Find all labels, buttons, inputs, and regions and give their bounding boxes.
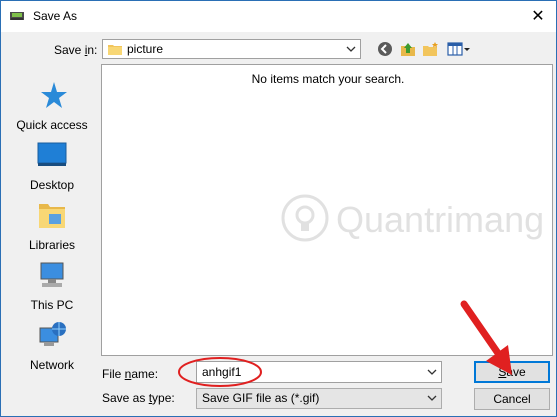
close-button[interactable]: ✕ — [528, 7, 548, 27]
place-label: Quick access — [16, 118, 88, 132]
places-bar: Quick access Desktop Libraries This PC N… — [8, 68, 96, 385]
save-in-value: picture — [127, 42, 164, 56]
place-libraries[interactable]: Libraries — [8, 200, 96, 260]
star-icon — [41, 82, 67, 108]
libraries-icon — [39, 204, 65, 228]
place-quick-access[interactable]: Quick access — [8, 80, 96, 140]
network-icon — [39, 322, 66, 346]
title-bar: Save As ✕ — [1, 1, 556, 32]
chevron-down-icon[interactable] — [427, 365, 437, 379]
save-as-dialog: Save As ✕ Save in: picture Quick access … — [0, 0, 557, 417]
place-this-pc[interactable]: This PC — [8, 260, 96, 320]
window-title: Save As — [33, 9, 78, 23]
file-name-label: File name: — [102, 367, 159, 381]
new-folder-icon[interactable] — [422, 41, 440, 57]
annotation-arrow-icon — [460, 300, 512, 375]
place-label: Network — [29, 358, 74, 372]
place-network[interactable]: Network — [8, 320, 96, 380]
up-folder-icon[interactable] — [399, 41, 417, 57]
place-label: Libraries — [28, 238, 76, 252]
chevron-down-icon — [427, 395, 437, 401]
place-label: Desktop — [29, 178, 75, 192]
place-label: This PC — [30, 298, 74, 312]
empty-message: No items match your search. — [251, 72, 405, 86]
computer-icon — [40, 262, 64, 287]
view-menu-icon[interactable] — [447, 41, 471, 57]
watermark-text: Quantrimang — [336, 199, 545, 240]
place-desktop[interactable]: Desktop — [8, 140, 96, 200]
save-type-value: Save GIF file as (*.gif) — [202, 391, 320, 405]
save-in-dropdown[interactable]: picture — [102, 39, 361, 59]
save-in-label: Save in: — [54, 43, 98, 57]
back-icon[interactable] — [376, 41, 394, 57]
app-icon — [10, 12, 24, 20]
cancel-button[interactable]: Cancel — [474, 388, 550, 410]
chevron-down-icon — [346, 46, 356, 52]
watermark: Quantrimang — [280, 193, 550, 253]
annotation-ellipse — [178, 357, 262, 387]
folder-icon — [108, 45, 122, 55]
save-type-label: Save as type: — [102, 391, 175, 405]
save-type-dropdown[interactable]: Save GIF file as (*.gif) — [196, 388, 442, 409]
watermark-logo-icon — [281, 194, 329, 242]
desktop-icon — [37, 142, 67, 166]
